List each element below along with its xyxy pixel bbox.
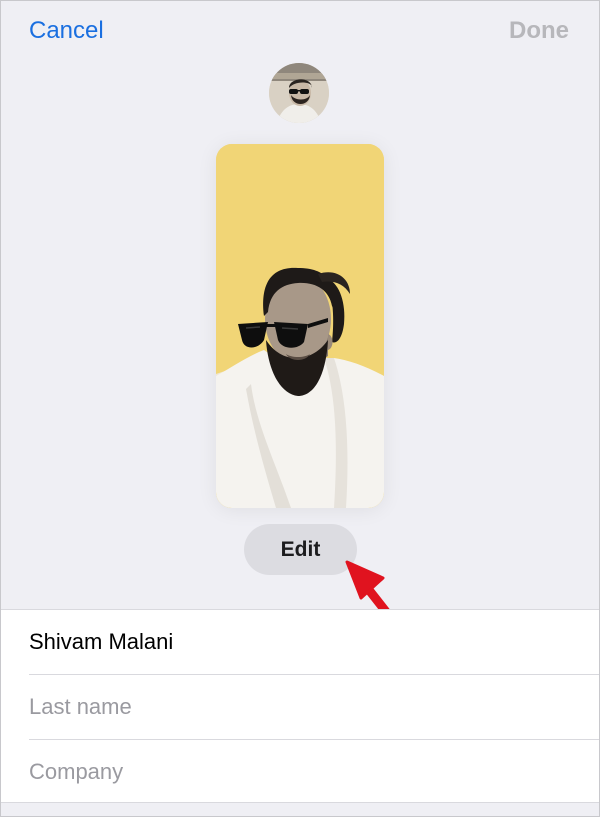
first-name-field[interactable]	[29, 610, 599, 674]
contact-name-form	[1, 609, 599, 804]
last-name-field[interactable]	[29, 675, 599, 739]
contact-poster[interactable]	[216, 144, 384, 508]
cancel-button[interactable]: Cancel	[29, 17, 104, 45]
contact-avatar[interactable]	[269, 63, 329, 123]
avatar-photo-icon	[269, 63, 329, 123]
edit-poster-button[interactable]: Edit	[244, 524, 357, 575]
company-field[interactable]	[29, 740, 599, 804]
navigation-bar: Cancel Done	[1, 1, 599, 61]
person-photo-icon	[216, 144, 384, 508]
done-button[interactable]: Done	[509, 17, 569, 45]
form-bottom-divider	[1, 802, 599, 803]
